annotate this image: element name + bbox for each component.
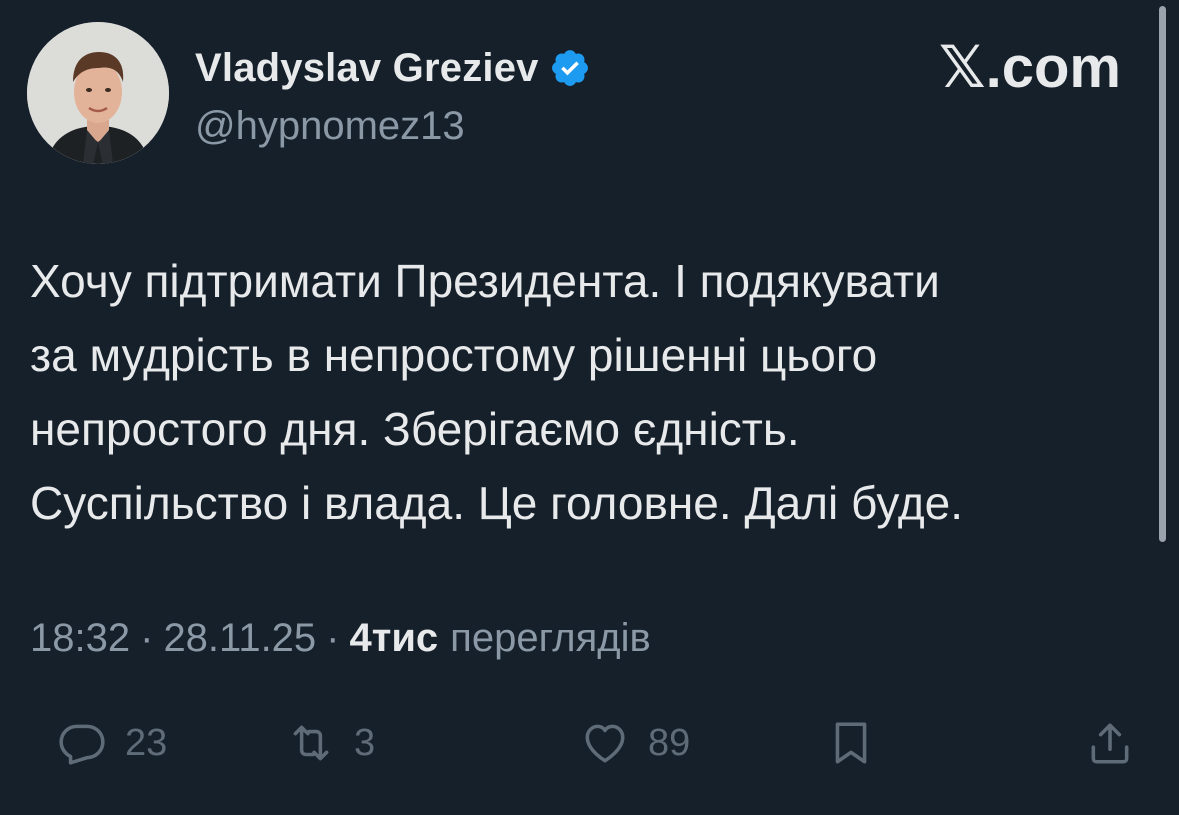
- tweet-line: за мудрість в непростому рішенні цього: [30, 329, 878, 381]
- author-name-row[interactable]: Vladyslav Greziev: [195, 44, 591, 92]
- meta-separator: ·: [326, 616, 340, 660]
- avatar-photo: [27, 22, 169, 164]
- views-count[interactable]: 4тис: [350, 616, 439, 661]
- reply-button[interactable]: 23: [57, 708, 167, 778]
- like-count: 89: [648, 721, 691, 764]
- like-button[interactable]: 89: [580, 708, 690, 778]
- reply-count: 23: [125, 721, 168, 764]
- repost-button[interactable]: 3: [286, 708, 375, 778]
- verified-badge-icon: [551, 50, 588, 86]
- tweet-date[interactable]: 28.11.25: [163, 616, 316, 661]
- reply-icon: [59, 724, 105, 765]
- scrollbar[interactable]: [1159, 6, 1166, 542]
- bookmark-button[interactable]: [826, 708, 876, 778]
- display-name[interactable]: Vladyslav Greziev: [195, 46, 539, 91]
- heart-icon: [585, 724, 625, 763]
- x-logo: 𝕏.com: [938, 35, 1121, 100]
- tweet-line: Хочу підтримати Президента. І подякувати: [30, 255, 940, 307]
- tweet-meta: 18:32 · 28.11.25 · 4тис переглядів: [30, 616, 651, 661]
- avatar[interactable]: [27, 22, 169, 164]
- action-bar: 23 3 89: [0, 708, 1179, 778]
- tweet-line: Суспільство і влада. Це головне. Далі бу…: [30, 477, 964, 529]
- share-button[interactable]: [1085, 708, 1135, 778]
- tweet-card: Vladyslav Greziev @hypnomez13 𝕏.com Хочу…: [0, 0, 1179, 815]
- views-label: переглядів: [450, 616, 651, 660]
- bookmark-icon: [835, 722, 867, 764]
- tweet-time[interactable]: 18:32: [30, 616, 130, 661]
- meta-separator: ·: [140, 616, 154, 660]
- repost-icon: [293, 725, 329, 761]
- share-icon: [1091, 723, 1129, 764]
- tweet-text: Хочу підтримати Президента. І подякувати…: [30, 244, 1140, 540]
- tweet-line: непростого дня. Зберігаємо єдність.: [30, 403, 800, 455]
- author-handle[interactable]: @hypnomez13: [195, 104, 465, 149]
- repost-count: 3: [354, 721, 376, 764]
